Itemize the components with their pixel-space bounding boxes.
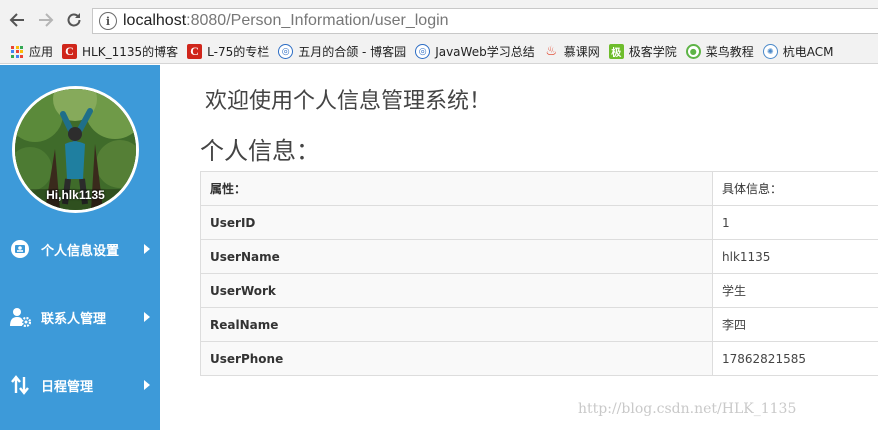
row-key: UserID — [200, 205, 713, 240]
table-row: UserPhone 17862821585 — [200, 341, 878, 376]
sidebar-item-label: 日程管理 — [41, 379, 94, 395]
bookmark-imooc[interactable]: ♨ 慕课网 — [544, 43, 600, 60]
contacts-gear-icon — [9, 306, 31, 328]
watermark: http://blog.csdn.net/HLK_1135 — [578, 401, 797, 417]
caret-right-icon — [144, 380, 150, 390]
column-header-attribute: 属性： — [200, 171, 713, 206]
url-text[interactable]: localhost:8080/Person_Information/user_l… — [123, 12, 449, 30]
bookmark-apps[interactable]: 应用 — [10, 43, 53, 60]
row-key: UserPhone — [200, 341, 713, 376]
row-value: 1 — [712, 205, 878, 240]
bookmark-label: 应用 — [29, 45, 54, 59]
schedule-swap-icon — [9, 374, 31, 396]
caret-right-icon — [144, 244, 150, 254]
personal-info-table: 属性： 具体信息： UserID 1 UserName hlk1135 User… — [200, 171, 878, 376]
bookmark-hlk-blog[interactable]: C HLK_1135的博客 — [62, 43, 178, 60]
cnblogs-icon: ◎ — [278, 44, 294, 59]
avatar-greeting: Hi,hlk1135 — [46, 188, 105, 202]
table-header-row: 属性： 具体信息： — [200, 171, 878, 206]
sidebar-item-label: 联系人管理 — [41, 311, 107, 327]
bookmark-label: 慕课网 — [563, 45, 600, 59]
sidebar-item-contacts-management[interactable]: 联系人管理 — [0, 297, 160, 337]
bookmark-l75-column[interactable]: C L-75的专栏 — [187, 43, 269, 60]
imooc-flame-icon: ♨ — [545, 44, 558, 59]
bookmark-jikexueyuan[interactable]: 极 极客学院 — [608, 43, 677, 60]
bookmark-label: 极客学院 — [628, 45, 677, 59]
bookmark-hdu-acm[interactable]: ✺ 杭电ACM — [762, 43, 834, 60]
bookmark-label: 五月的合颌 - 博客园 — [298, 45, 407, 59]
bookmarks-bar: 应用 C HLK_1135的博客 C L-75的专栏 ◎ 五月的合颌 - 博客园… — [0, 40, 878, 64]
bookmark-cnblogs[interactable]: ◎ 五月的合颌 - 博客园 — [278, 43, 406, 60]
bookmark-label: L-75的专栏 — [207, 45, 270, 59]
bookmark-runoob[interactable]: ● 菜鸟教程 — [685, 43, 754, 60]
table-row: UserName hlk1135 — [200, 239, 878, 274]
sidebar-item-personal-info-settings[interactable]: 个人信息设置 — [0, 229, 160, 269]
section-title: 个人信息： — [200, 137, 320, 165]
avatar[interactable]: Hi,hlk1135 — [12, 86, 139, 213]
address-bar[interactable]: i localhost:8080/Person_Information/user… — [92, 8, 878, 34]
apps-icon — [10, 45, 24, 59]
row-value: 李四 — [712, 307, 878, 342]
bookmark-label: 杭电ACM — [782, 45, 834, 59]
reload-icon[interactable] — [63, 9, 85, 31]
row-key: RealName — [200, 307, 713, 342]
jikexueyuan-icon: 极 — [608, 44, 624, 59]
bookmark-label: HLK_1135的博客 — [82, 45, 179, 59]
csdn-icon: C — [62, 44, 78, 59]
bookmark-label: JavaWeb学习总结 — [435, 45, 535, 59]
sidebar-item-schedule-management[interactable]: 日程管理 — [0, 365, 160, 405]
runoob-icon: ● — [685, 44, 701, 59]
browser-toolbar: i localhost:8080/Person_Information/user… — [0, 0, 878, 40]
table-row: UserWork 学生 — [200, 273, 878, 308]
person-card-icon — [9, 238, 31, 260]
back-arrow-icon[interactable] — [6, 9, 28, 31]
column-header-detail: 具体信息： — [712, 171, 878, 206]
forward-arrow-icon[interactable] — [35, 9, 57, 31]
welcome-heading: 欢迎使用个人信息管理系统！ — [205, 89, 492, 114]
cnblogs-icon: ◎ — [415, 44, 431, 59]
sidebar-item-label: 个人信息设置 — [41, 243, 120, 259]
csdn-icon: C — [187, 44, 203, 59]
table-row: UserID 1 — [200, 205, 878, 240]
info-icon[interactable]: i — [99, 12, 117, 30]
sidebar: Hi,hlk1135 个人信息设置 联系人管理 日程管理 — [0, 65, 160, 430]
bookmark-label: 菜鸟教程 — [705, 45, 754, 59]
hdu-acm-icon: ✺ — [762, 44, 778, 59]
row-key: UserWork — [200, 273, 713, 308]
row-value: hlk1135 — [712, 239, 878, 274]
bookmark-javaweb[interactable]: ◎ JavaWeb学习总结 — [415, 43, 535, 60]
caret-right-icon — [144, 312, 150, 322]
row-value: 17862821585 — [712, 341, 878, 376]
row-value: 学生 — [712, 273, 878, 308]
row-key: UserName — [200, 239, 713, 274]
table-row: RealName 李四 — [200, 307, 878, 342]
